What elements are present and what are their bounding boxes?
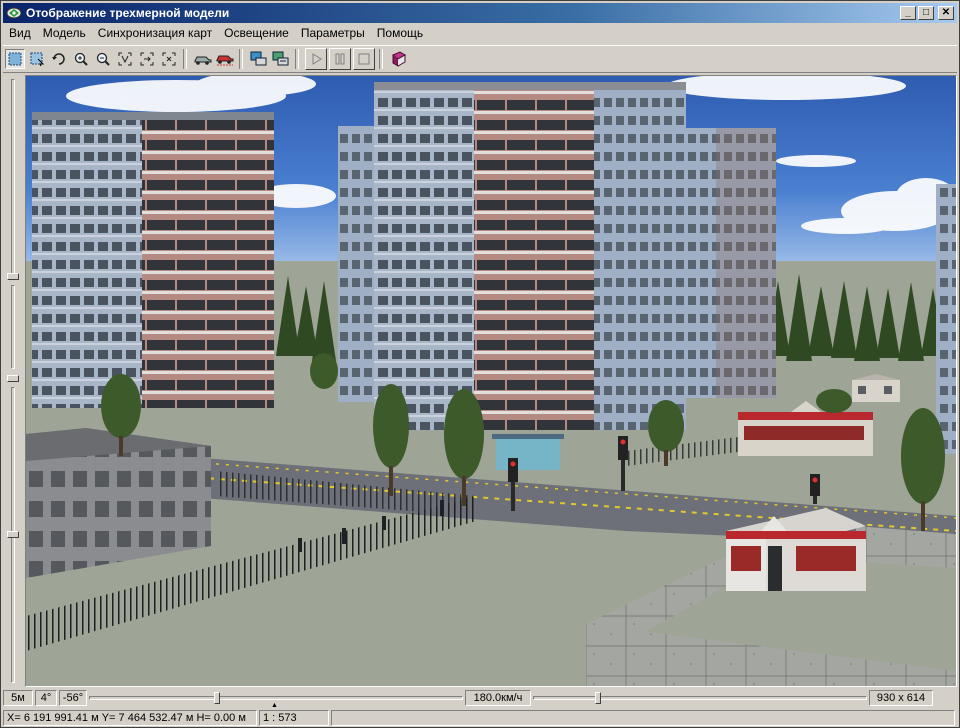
status-empty-panel xyxy=(331,710,955,726)
help-book-icon xyxy=(392,51,406,67)
zoom-in-icon xyxy=(74,52,88,66)
maximize-button[interactable]: □ xyxy=(918,6,934,20)
toolbar-separator xyxy=(379,49,383,69)
speed-slider[interactable] xyxy=(533,690,867,706)
window-title: Отображение трехмерной модели xyxy=(26,6,230,20)
menu-lighting[interactable]: Освещение xyxy=(218,26,295,40)
status-bar-controls: 5м 4° -56° ▲ 180.0км/ч 930 x 614 xyxy=(3,689,957,709)
building-left xyxy=(32,112,274,408)
vertical-sliders xyxy=(3,75,23,687)
rotate-icon xyxy=(52,53,65,65)
close-button[interactable]: ✕ xyxy=(938,6,954,20)
position-slider-track[interactable] xyxy=(89,696,463,700)
toolbar xyxy=(3,45,957,73)
toolbar-separator xyxy=(239,49,243,69)
stop-icon xyxy=(358,53,370,65)
map-sync-button[interactable] xyxy=(271,49,291,69)
bus-stop xyxy=(492,434,564,470)
zoom-in-button[interactable] xyxy=(71,49,91,69)
speed-slider-thumb[interactable] xyxy=(595,692,601,704)
move-view-icon xyxy=(140,52,154,66)
map-scale-display: 1 : 573 xyxy=(259,710,329,726)
menu-bar: Вид Модель Синхронизация карт Освещение … xyxy=(3,24,957,42)
zoom-out-button[interactable] xyxy=(93,49,113,69)
fit-view-icon xyxy=(118,52,132,66)
app-logo-icon xyxy=(6,5,22,21)
slider-marker-icon: ▲ xyxy=(271,702,278,709)
scale-step-display: 5м xyxy=(3,690,33,706)
rotate-button[interactable] xyxy=(49,49,69,69)
pause-button[interactable] xyxy=(329,48,351,70)
coordinates-display: X= 6 191 991.41 м Y= 7 464 532.47 м H= 0… xyxy=(3,710,257,726)
menu-help[interactable]: Помощь xyxy=(371,26,429,40)
3d-scene[interactable] xyxy=(26,76,956,686)
toolbar-separator xyxy=(295,49,299,69)
move-view-button[interactable] xyxy=(137,49,157,69)
speed-display: 180.0км/ч xyxy=(465,690,531,706)
title-bar[interactable]: Отображение трехмерной модели _ □ ✕ xyxy=(3,3,957,23)
play-button[interactable] xyxy=(305,48,327,70)
menu-map-sync[interactable]: Синхронизация карт xyxy=(92,26,218,40)
menu-parameters[interactable]: Параметры xyxy=(295,26,371,40)
angle-step-display: 4° xyxy=(35,690,57,706)
fit-view-button[interactable] xyxy=(115,49,135,69)
select-region-icon xyxy=(8,52,22,66)
zoom-window-button[interactable] xyxy=(159,49,179,69)
view-size-display: 930 x 614 xyxy=(869,690,933,706)
vertical-slider-thumb[interactable] xyxy=(7,375,19,382)
vertical-slider-thumb[interactable] xyxy=(7,273,19,280)
position-slider[interactable]: ▲ xyxy=(89,690,463,709)
menu-model[interactable]: Модель xyxy=(37,26,92,40)
select-object-icon xyxy=(30,52,45,67)
tilt-display: -56° xyxy=(59,690,87,706)
building-center xyxy=(374,82,686,430)
car-icon xyxy=(194,56,212,65)
status-bar-coords: X= 6 191 991.41 м Y= 7 464 532.47 м H= 0… xyxy=(3,709,957,727)
select-object-button[interactable] xyxy=(27,49,47,69)
map-sync-icon xyxy=(272,51,289,66)
3d-viewport[interactable] xyxy=(25,75,957,687)
help-book-button[interactable] xyxy=(389,49,409,69)
select-region-button[interactable] xyxy=(5,49,25,69)
vertical-slider-track[interactable] xyxy=(11,79,15,275)
small-house xyxy=(852,374,900,402)
building-right-edge xyxy=(936,184,956,454)
car-button[interactable] xyxy=(193,49,213,69)
position-slider-thumb[interactable] xyxy=(214,692,220,704)
toolbar-separator xyxy=(183,49,187,69)
menu-view[interactable]: Вид xyxy=(3,26,37,40)
pause-icon xyxy=(335,53,345,65)
minimize-button[interactable]: _ xyxy=(900,6,916,20)
stop-button[interactable] xyxy=(353,48,375,70)
zoom-window-icon xyxy=(162,52,176,66)
car-route-button[interactable] xyxy=(215,49,235,69)
map-link-icon xyxy=(250,51,267,66)
vertical-slider-track[interactable] xyxy=(11,285,15,369)
speed-slider-track[interactable] xyxy=(533,696,867,700)
car-route-icon xyxy=(216,55,234,66)
vertical-slider-thumb[interactable] xyxy=(7,531,19,538)
zoom-out-icon xyxy=(96,52,110,66)
map-link-button[interactable] xyxy=(249,49,269,69)
play-icon xyxy=(312,53,322,65)
app-window: Отображение трехмерной модели _ □ ✕ Вид … xyxy=(0,0,960,728)
